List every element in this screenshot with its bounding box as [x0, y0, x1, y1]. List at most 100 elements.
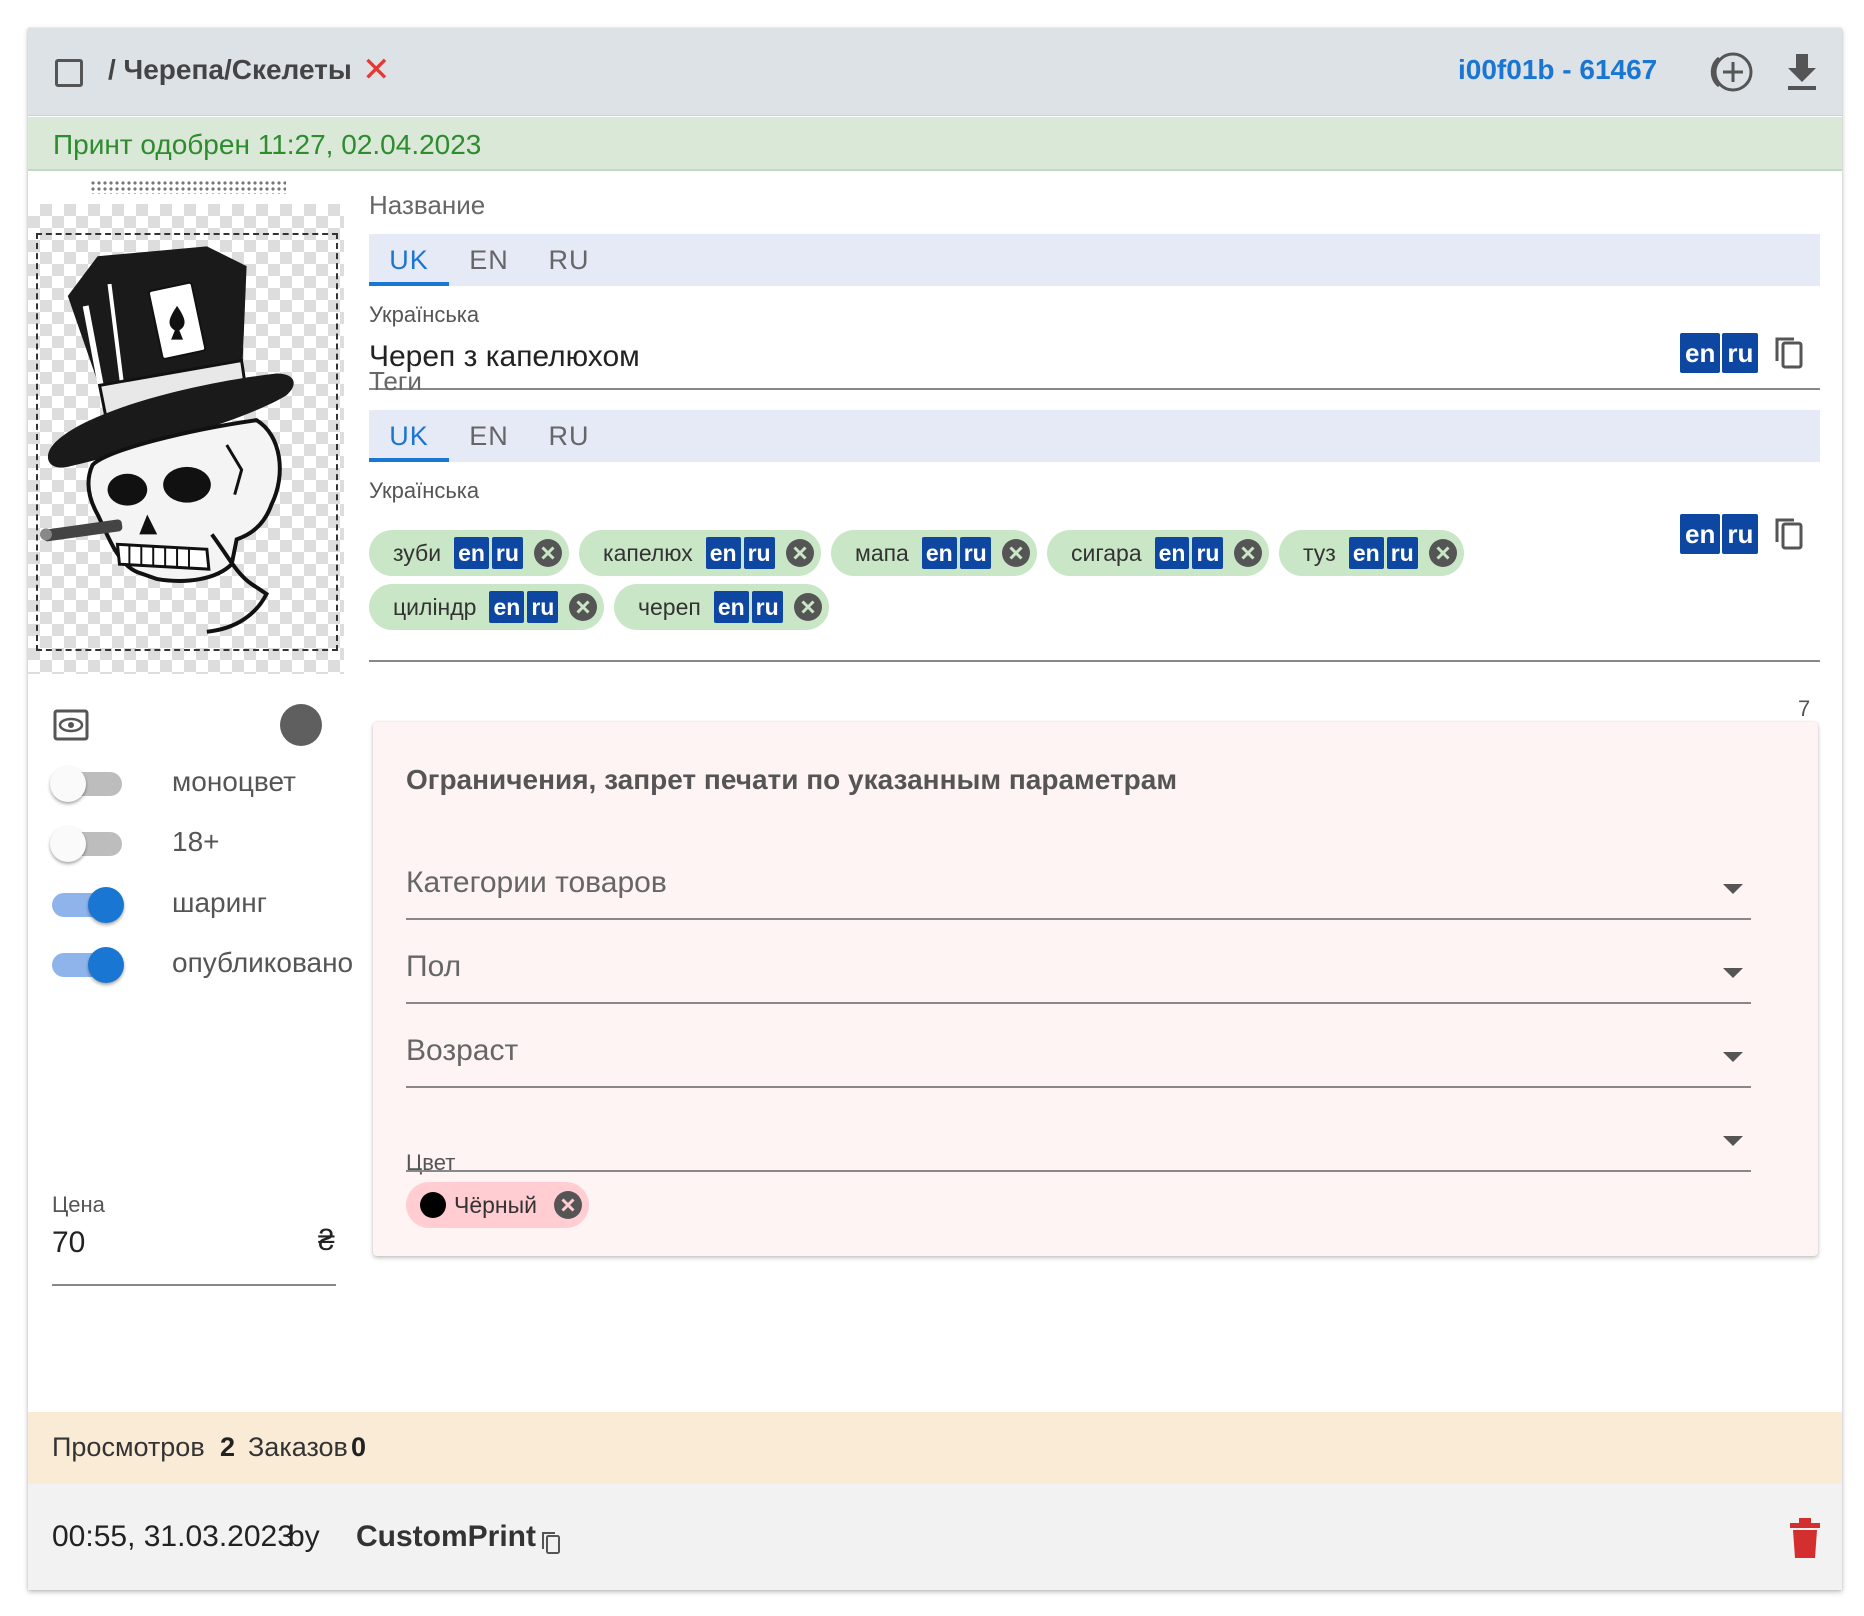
color-indicator-button[interactable] — [280, 704, 322, 746]
views-count: 2 — [220, 1432, 236, 1462]
toggle-label: 18+ — [172, 826, 220, 857]
category-breadcrumb[interactable]: / Черепа/Скелеты — [108, 54, 352, 86]
remove-tag-icon[interactable] — [1233, 538, 1263, 568]
approval-status-bar: Принт одобрен 11:27, 02.04.2023 — [28, 117, 1842, 171]
remove-chip-icon[interactable] — [553, 1190, 583, 1220]
color-select-label: Цвет — [406, 1150, 456, 1175]
toggle-knob — [50, 826, 86, 862]
select-underline — [406, 1086, 1751, 1088]
tag-chip: зуби en ru — [369, 530, 569, 576]
chip-translate-ru-button[interactable]: ru — [491, 537, 523, 569]
toggle-label: моноцвет — [172, 766, 296, 797]
remove-tag-icon[interactable] — [793, 592, 823, 622]
tags-language-tabs: UK EN RU — [369, 410, 1820, 462]
chip-translate-ru-button[interactable]: ru — [751, 591, 783, 623]
tag-chip: череп en ru — [614, 584, 829, 630]
chevron-down-icon[interactable] — [1723, 968, 1743, 978]
tag-chip: сигара en ru — [1047, 530, 1270, 576]
card-footer: 00:55, 31.03.2023 by CustomPrint — [28, 1484, 1842, 1590]
views-label: Просмотров — [52, 1432, 205, 1462]
print-image-preview[interactable] — [28, 204, 344, 674]
copy-icon[interactable] — [540, 1530, 562, 1556]
tag-chip-label: сигара — [1071, 539, 1142, 566]
select-label: Пол — [406, 950, 462, 983]
tags-underline — [369, 660, 1820, 662]
chevron-down-icon[interactable] — [1723, 1052, 1743, 1062]
tag-chip-label: череп — [638, 593, 701, 620]
delete-trash-icon[interactable] — [1784, 1516, 1826, 1560]
remove-tag-icon[interactable] — [785, 538, 815, 568]
chip-translate-en-button[interactable]: en — [1154, 537, 1190, 569]
remove-tag-icon[interactable] — [1428, 538, 1458, 568]
chip-translate-en-button[interactable]: en — [1348, 537, 1384, 569]
print-card: / Черепа/Скелеты ✕ i00f01b - 61467 Принт… — [28, 28, 1842, 1590]
tag-chip: капелюх en ru — [579, 530, 821, 576]
translate-ru-button[interactable]: ru — [1722, 514, 1759, 554]
created-by-label: by — [288, 1520, 320, 1553]
select-gender[interactable] — [406, 940, 1751, 994]
translate-ru-button[interactable]: ru — [1722, 333, 1759, 373]
toggle-knob — [88, 947, 124, 983]
tag-chip-label: туз — [1303, 539, 1336, 566]
remove-tag-icon[interactable] — [1001, 538, 1031, 568]
translate-en-button[interactable]: en — [1680, 514, 1721, 554]
name-field-label: Українська — [369, 302, 480, 327]
chip-translate-ru-button[interactable]: ru — [1192, 537, 1224, 569]
tab-ru[interactable]: RU — [529, 410, 609, 462]
select-checkbox[interactable] — [55, 59, 83, 87]
toggle-switch[interactable] — [50, 826, 122, 862]
toggle-switch[interactable] — [50, 766, 122, 802]
name-underline — [369, 388, 1820, 390]
chevron-down-icon[interactable] — [1723, 1136, 1743, 1146]
chip-translate-ru-button[interactable]: ru — [743, 537, 775, 569]
toggle-label: шаринг — [172, 887, 267, 918]
download-icon[interactable] — [1780, 50, 1824, 94]
item-id-link[interactable]: i00f01b - 61467 — [1458, 54, 1657, 86]
stats-bar: Просмотров 2 Заказов 0 — [28, 1412, 1842, 1484]
tag-chip-label: зуби — [393, 539, 442, 566]
toggle-sharing[interactable]: шаринг — [52, 883, 352, 927]
name-translate-group: en ru — [1678, 333, 1806, 373]
created-date: 00:55, 31.03.2023 — [52, 1520, 294, 1553]
tab-ru[interactable]: RU — [529, 234, 609, 286]
remove-category-icon[interactable]: ✕ — [362, 50, 391, 90]
toggle-monocolor[interactable]: моноцвет — [50, 762, 352, 806]
toggle-knob — [88, 887, 124, 923]
tab-en[interactable]: EN — [449, 234, 529, 286]
chip-translate-en-button[interactable]: en — [705, 537, 741, 569]
drag-handle-icon[interactable] — [90, 180, 286, 194]
color-chip-label: Чёрный — [454, 1191, 537, 1218]
price-input[interactable]: 70 — [52, 1226, 85, 1260]
tab-uk[interactable]: UK — [369, 410, 449, 462]
preview-eye-icon[interactable] — [52, 706, 90, 744]
chip-translate-ru-button[interactable]: ru — [527, 591, 559, 623]
translate-en-button[interactable]: en — [1680, 333, 1721, 373]
chip-translate-en-button[interactable]: en — [921, 537, 957, 569]
toggle-switch[interactable] — [52, 947, 124, 983]
chip-translate-en-button[interactable]: en — [489, 591, 525, 623]
restrictions-title: Ограничения, запрет печати по указанным … — [406, 764, 1178, 795]
copy-icon[interactable] — [1772, 334, 1806, 372]
toggle-published[interactable]: опубликовано — [52, 943, 353, 987]
tab-en[interactable]: EN — [449, 410, 529, 462]
author-name: CustomPrint — [356, 1520, 536, 1553]
chevron-down-icon[interactable] — [1723, 884, 1743, 894]
tags-translate-group: en ru — [1678, 514, 1806, 554]
tab-uk[interactable]: UK — [369, 234, 449, 286]
color-swatch — [420, 1192, 446, 1218]
remove-tag-icon[interactable] — [533, 538, 563, 568]
remove-tag-icon[interactable] — [568, 592, 598, 622]
chip-translate-ru-button[interactable]: ru — [1386, 537, 1418, 569]
copy-icon[interactable] — [1772, 515, 1806, 553]
skull-with-top-hat-image — [39, 246, 294, 634]
toggle-switch[interactable] — [52, 887, 124, 923]
tag-chip-label: капелюх — [603, 539, 693, 566]
approval-status-text: Принт одобрен 11:27, 02.04.2023 — [53, 129, 482, 160]
chip-translate-ru-button[interactable]: ru — [959, 537, 991, 569]
toggle-adult[interactable]: 18+ — [50, 822, 352, 866]
add-circle-icon[interactable] — [1705, 50, 1757, 94]
price-label: Цена — [52, 1192, 105, 1217]
chip-translate-en-button[interactable]: en — [454, 537, 489, 569]
select-age[interactable] — [406, 1024, 1751, 1078]
chip-translate-en-button[interactable]: en — [713, 591, 749, 623]
